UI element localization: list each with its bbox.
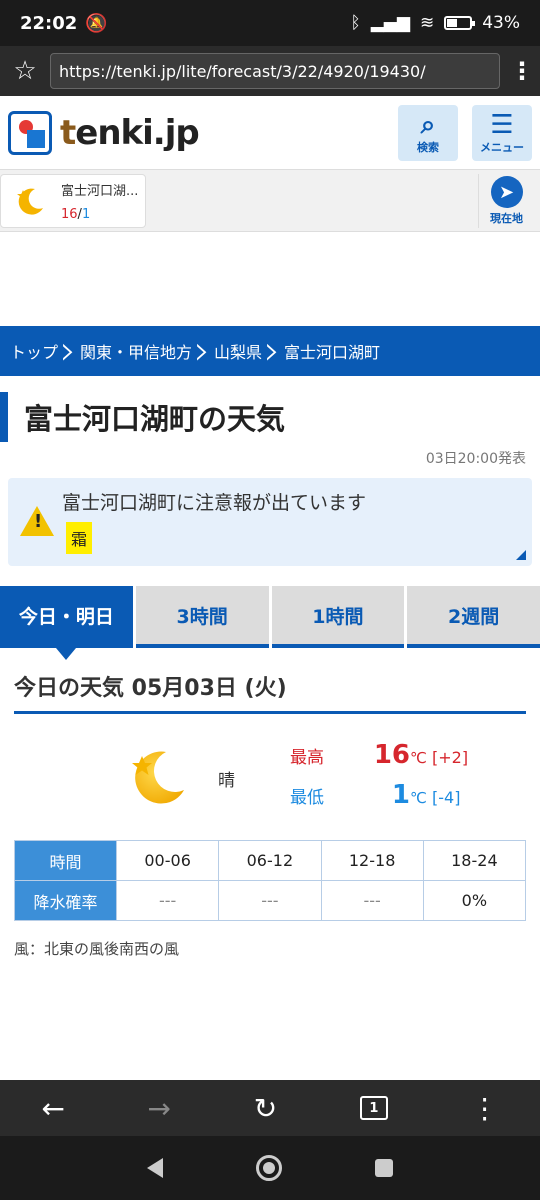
current-location-label: 現在地 bbox=[490, 212, 523, 225]
tab-1hour[interactable]: 1時間 bbox=[271, 586, 405, 648]
period-cell: 00-06 bbox=[115, 840, 220, 881]
breadcrumb: トップ 関東・甲信地方 山梨県 富士河口湖町 bbox=[0, 326, 540, 376]
back-arrow-icon[interactable]: ← bbox=[41, 1092, 64, 1125]
expand-corner-icon bbox=[516, 550, 526, 560]
precip-value: --- bbox=[218, 880, 322, 921]
breadcrumb-yamanashi[interactable]: 山梨県 bbox=[204, 326, 280, 376]
high-label: 最高 bbox=[290, 748, 324, 768]
temperature-block: 最高 16 ℃ [+2] 最低 1 ℃ [-4] bbox=[290, 740, 520, 820]
period-cell: 18-24 bbox=[422, 840, 527, 881]
wind-info: 風：北東の風後南西の風 bbox=[14, 940, 180, 958]
period-cell: 12-18 bbox=[320, 840, 424, 881]
browser-menu-icon[interactable]: ⋮ bbox=[510, 57, 534, 85]
clear-night-icon bbox=[13, 184, 47, 218]
status-time: 22:02 bbox=[20, 12, 78, 34]
logo-cube-icon bbox=[8, 110, 52, 155]
tab-today-tomorrow[interactable]: 今日・明日 bbox=[0, 586, 133, 660]
signal-icon: ▂▄▆ bbox=[370, 13, 410, 33]
low-unit: ℃ bbox=[410, 789, 427, 807]
period-cell: 06-12 bbox=[218, 840, 322, 881]
high-temp: 16 bbox=[373, 740, 410, 770]
tab-switcher-button[interactable]: 1 bbox=[359, 1096, 388, 1120]
logo-text: tenki.jp bbox=[60, 112, 200, 153]
tenki-logo[interactable]: tenki.jp bbox=[8, 110, 200, 155]
navigation-arrow-icon: ➤ bbox=[490, 176, 523, 208]
my-location-strip: 富士河口湖... 16/1 ➤ 現在地 bbox=[0, 170, 540, 232]
breadcrumb-kanto[interactable]: 関東・甲信地方 bbox=[70, 326, 210, 376]
forecast-tabs: 今日・明日 3時間 1時間 2週間 bbox=[0, 586, 540, 660]
high-unit: ℃ bbox=[410, 749, 427, 767]
location-temps: 16/1 bbox=[61, 207, 91, 222]
breadcrumb-current: 富士河口湖町 bbox=[284, 343, 381, 362]
high-diff: [+2] bbox=[432, 748, 469, 767]
hamburger-icon: ☰ bbox=[490, 109, 514, 140]
breadcrumb-top[interactable]: トップ bbox=[0, 326, 76, 376]
bluetooth-icon: ᛒ bbox=[350, 13, 361, 33]
search-label: 検索 bbox=[417, 140, 439, 154]
search-icon: ⌕ bbox=[420, 109, 436, 140]
warning-message: 富士河口湖町に注意報が出ています bbox=[62, 492, 367, 514]
address-bar[interactable]: https://tenki.jp/lite/forecast/3/22/4920… bbox=[50, 53, 500, 89]
browser-bottom-bar: ← → ↻ 1 ⋮ bbox=[0, 1080, 540, 1136]
location-name: 富士河口湖... bbox=[61, 184, 139, 199]
issued-time: 03日20:00発表 bbox=[425, 451, 526, 467]
today-heading: 今日の天気 05月03日 (火) bbox=[14, 670, 526, 714]
clear-night-weather-icon bbox=[124, 744, 188, 808]
search-button[interactable]: ⌕ 検索 bbox=[398, 104, 458, 161]
mute-icon: 🔕 bbox=[85, 12, 108, 34]
low-diff: [-4] bbox=[432, 788, 461, 807]
overflow-menu-icon[interactable]: ⋮ bbox=[471, 1092, 499, 1125]
precip-value: 0% bbox=[422, 880, 527, 921]
warning-box[interactable]: ! 富士河口湖町に注意報が出ています 霜 bbox=[8, 478, 532, 566]
bookmark-star-icon[interactable]: ☆ bbox=[10, 56, 40, 86]
wifi-icon: ≋ bbox=[419, 13, 435, 33]
system-nav-bar bbox=[0, 1136, 540, 1200]
menu-button[interactable]: ☰ メニュー bbox=[472, 104, 532, 161]
page-title: 富士河口湖町の天気 bbox=[0, 392, 540, 442]
warning-icon: ! bbox=[20, 506, 54, 536]
low-label: 最低 bbox=[290, 788, 324, 808]
time-header: 時間 bbox=[14, 840, 117, 881]
status-bar: 22:02 🔕 ᛒ ▂▄▆ ≋ 43% bbox=[0, 0, 540, 46]
weather-description: 晴 bbox=[218, 771, 235, 791]
battery-icon bbox=[444, 16, 476, 30]
location-card[interactable]: 富士河口湖... 16/1 bbox=[0, 174, 146, 228]
precip-value: --- bbox=[320, 880, 424, 921]
precip-value: --- bbox=[115, 880, 220, 921]
tab-3hour[interactable]: 3時間 bbox=[135, 586, 269, 648]
menu-label: メニュー bbox=[480, 140, 524, 154]
tab-2week[interactable]: 2週間 bbox=[407, 586, 540, 648]
battery-percent: 43% bbox=[482, 13, 520, 33]
warning-tag-frost: 霜 bbox=[66, 522, 93, 554]
nav-home-icon[interactable] bbox=[255, 1155, 282, 1181]
nav-back-icon[interactable] bbox=[146, 1158, 163, 1178]
current-location-button[interactable]: ➤ 現在地 bbox=[478, 174, 534, 228]
precip-prob-header: 降水確率 bbox=[14, 880, 117, 921]
low-temp: 1 bbox=[391, 780, 410, 810]
nav-recents-icon[interactable] bbox=[375, 1159, 394, 1177]
reload-icon[interactable]: ↻ bbox=[254, 1092, 277, 1125]
site-header: tenki.jp ⌕ 検索 ☰ メニュー bbox=[0, 96, 540, 170]
precipitation-table: 時間 00-06 06-12 12-18 18-24 降水確率 --- --- … bbox=[14, 840, 527, 921]
forward-arrow-icon[interactable]: → bbox=[148, 1092, 171, 1125]
browser-toolbar: ☆ https://tenki.jp/lite/forecast/3/22/49… bbox=[0, 46, 540, 96]
